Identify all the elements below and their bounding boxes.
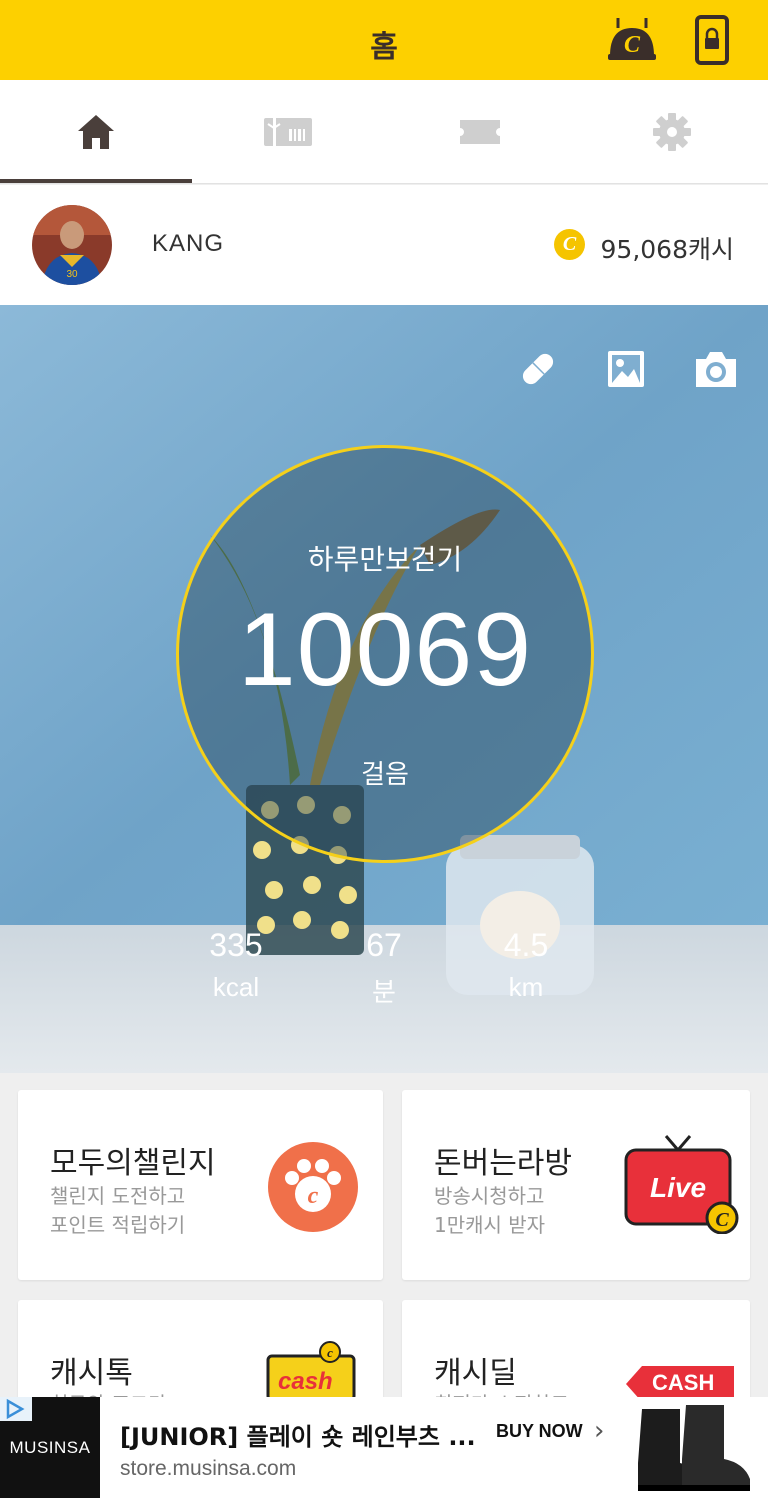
step-count: 10069 (237, 592, 533, 708)
calories-unit: kcal (212, 972, 260, 1002)
phone-lock-button[interactable] (694, 14, 730, 66)
phone-lock-icon (695, 15, 729, 65)
ad-url: store.musinsa.com (120, 1457, 297, 1480)
gallery-button[interactable] (606, 349, 646, 389)
tab-home[interactable] (0, 80, 192, 184)
chevron-right-icon: › (594, 1416, 605, 1446)
svg-text:C: C (624, 32, 641, 58)
camera-button[interactable] (692, 349, 740, 389)
tab-gift-card[interactable] (192, 80, 384, 184)
card-title: 돈버는라방 (434, 1146, 572, 1181)
svg-text:C: C (715, 1209, 729, 1231)
active-tab-indicator (0, 179, 192, 183)
svg-text:c: c (327, 1345, 333, 1360)
cash-balance[interactable]: 95,068캐시 (601, 230, 734, 266)
cash-bell-icon: C (608, 18, 656, 60)
ad-banner[interactable]: MUSINSA [JUNIOR] 플레이 숏 레인부츠 ... store.mu… (0, 1397, 768, 1498)
card-title: 캐시톡 (50, 1356, 133, 1391)
card-subtitle-line: 챌린지 도전하고 (50, 1184, 186, 1208)
minutes-unit: 분 (372, 977, 396, 1007)
gear-icon (653, 113, 691, 151)
card-subtitle: 챌린지 도전하고 포인트 적립하기 (50, 1182, 185, 1240)
pill-button[interactable] (516, 349, 560, 389)
avatar-photo: 30 (32, 205, 112, 285)
ad-choices-icon (6, 1398, 25, 1420)
live-badge: Live (649, 1172, 707, 1203)
ad-product-image (628, 1401, 760, 1495)
ticket-icon (460, 120, 500, 144)
step-goal-label: 하루만보걷기 (307, 543, 463, 576)
card-subtitle: 방송시청하고 1만캐시 받자 (434, 1182, 545, 1240)
card-subtitle-line: 포인트 적립하기 (50, 1213, 186, 1237)
tab-settings[interactable] (576, 80, 768, 184)
distance-value: 4.5 (503, 927, 549, 963)
distance-unit: km (508, 972, 544, 1002)
stat-distance: 4.5 km (466, 927, 586, 1003)
gift-card-icon (264, 118, 312, 146)
avatar[interactable]: 30 (32, 205, 112, 285)
card-challenge[interactable]: 모두의챌린지 챌린지 도전하고 포인트 적립하기 c (18, 1090, 383, 1280)
stat-calories: 335 kcal (176, 927, 296, 1003)
cash-badge: cash (278, 1368, 333, 1395)
pill-icon (522, 353, 554, 385)
stat-minutes: 67 분 (324, 927, 444, 1009)
live-tv-icon: C Live (622, 1134, 742, 1234)
ad-choices-button[interactable] (0, 1397, 32, 1421)
card-title: 캐시딜 (434, 1356, 517, 1391)
card-title: 모두의챌린지 (50, 1146, 216, 1181)
top-bar: 홈 C (0, 0, 768, 80)
cash-card-icon: c cash (266, 1340, 358, 1400)
step-unit: 걸음 (361, 760, 409, 790)
svg-text:30: 30 (66, 269, 78, 280)
cash-coin-icon: C (554, 229, 585, 260)
ad-cta-button[interactable]: BUY NOW (496, 1421, 583, 1442)
gallery-icon (608, 351, 644, 387)
camera-icon (696, 352, 736, 387)
username: KANG (152, 230, 225, 257)
minutes-value: 67 (366, 927, 402, 963)
paw-coin-icon: c (268, 1142, 358, 1236)
step-ring[interactable]: 하루만보걷기 10069 걸음 (176, 445, 594, 863)
cash-bell-button[interactable]: C (606, 16, 658, 62)
card-live[interactable]: 돈버는라방 방송시청하고 1만캐시 받자 C Live (402, 1090, 750, 1280)
card-subtitle-line: 방송시청하고 (434, 1184, 545, 1208)
home-icon (78, 115, 114, 149)
profile-row[interactable]: 30 KANG C 95,068캐시 (0, 185, 768, 305)
svg-text:c: c (308, 1183, 319, 1209)
card-subtitle-line: 1만캐시 받자 (434, 1213, 546, 1237)
tab-bar (0, 80, 768, 184)
cash-tag-badge: CASH (652, 1370, 715, 1395)
step-counter-hero: 하루만보걷기 10069 걸음 335 kcal 67 분 4.5 km (0, 305, 768, 1073)
tab-ticket[interactable] (384, 80, 576, 184)
calories-value: 335 (209, 927, 263, 963)
ad-headline: [JUNIOR] 플레이 숏 레인부츠 ... (120, 1423, 476, 1451)
